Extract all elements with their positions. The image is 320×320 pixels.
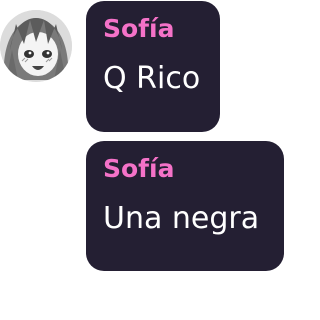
message-bubble[interactable]: Sofía Q Rico	[86, 1, 220, 132]
sender-avatar-icon[interactable]	[0, 10, 72, 82]
message-text: Q Rico	[103, 61, 201, 96]
sender-name: Sofía	[103, 154, 175, 183]
message-bubble[interactable]: Sofía Una negra	[86, 141, 284, 271]
sender-name: Sofía	[103, 14, 175, 43]
message-text: Una negra	[103, 201, 260, 236]
